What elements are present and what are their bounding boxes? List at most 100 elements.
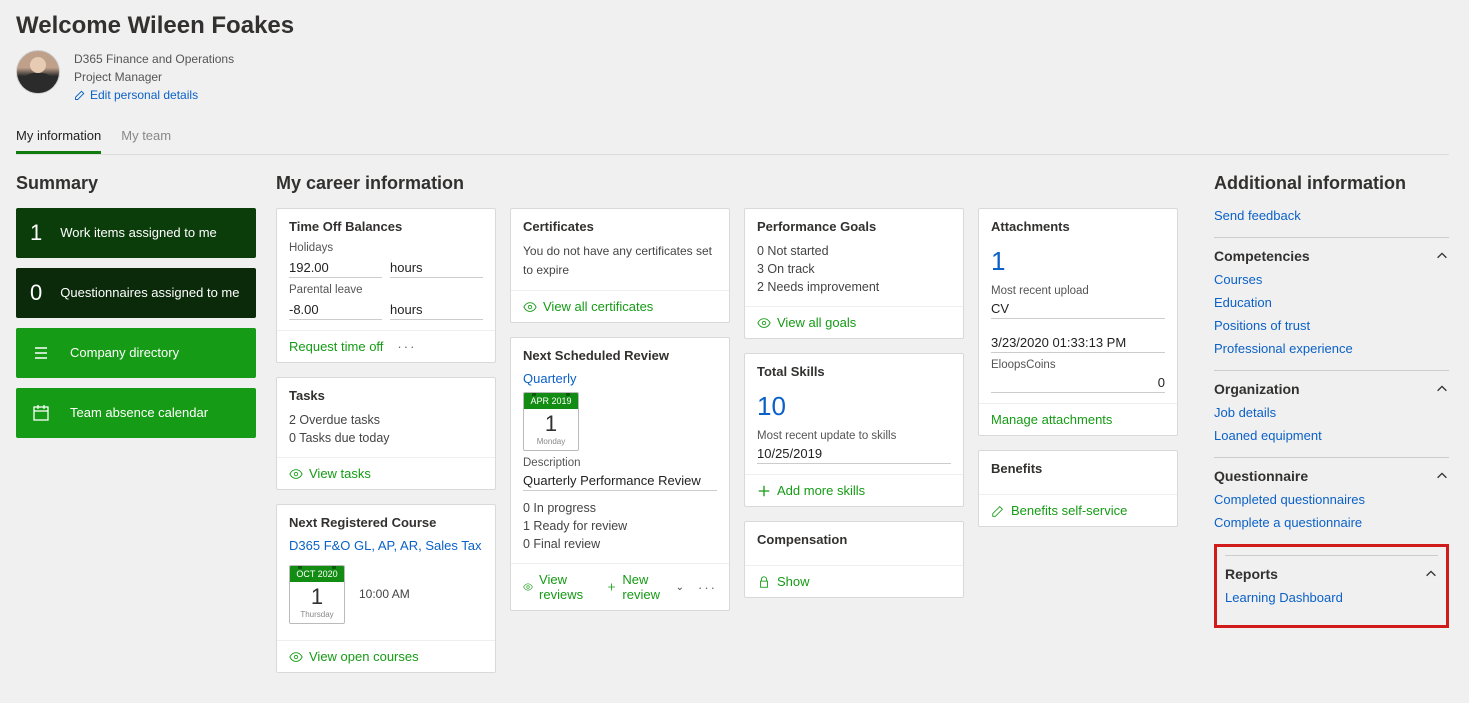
goals-on-track: 3 On track — [757, 260, 951, 278]
more-icon[interactable]: ··· — [698, 580, 717, 595]
summary-title: Summary — [16, 173, 256, 194]
view-tasks-link[interactable]: View tasks — [289, 466, 371, 481]
reports-header[interactable]: Reports — [1225, 555, 1438, 582]
pencil-icon — [74, 89, 86, 101]
next-course-link[interactable]: D365 F&O GL, AP, AR, Sales Tax — [289, 538, 483, 553]
view-reviews-link[interactable]: View reviews — [523, 572, 593, 602]
holidays-value[interactable]: 192.00 — [289, 256, 382, 278]
send-feedback-link[interactable]: Send feedback — [1214, 208, 1449, 223]
coins-label: EloopsCoins — [991, 359, 1165, 371]
review-final: 0 Final review — [523, 535, 717, 553]
request-time-off-link[interactable]: Request time off — [289, 339, 383, 354]
view-all-certificates-link[interactable]: View all certificates — [523, 299, 653, 314]
parental-value[interactable]: -8.00 — [289, 298, 382, 320]
tab-my-information[interactable]: My information — [16, 124, 101, 154]
plus-icon — [757, 484, 771, 498]
attachments-title: Attachments — [991, 219, 1165, 234]
review-link[interactable]: Quarterly — [523, 371, 717, 386]
eye-icon — [289, 650, 303, 664]
plus-icon — [607, 580, 616, 594]
holidays-label: Holidays — [289, 242, 483, 254]
course-calendar-icon: OCT 2020 1 Thursday — [289, 565, 345, 624]
courses-link[interactable]: Courses — [1214, 272, 1449, 287]
tile-company-directory[interactable]: Company directory — [16, 328, 256, 378]
department-text: D365 Finance and Operations — [74, 50, 234, 68]
card-attachments: Attachments 1 Most recent upload CV 3/23… — [978, 208, 1178, 436]
parental-label: Parental leave — [289, 284, 483, 296]
chevron-up-icon — [1424, 567, 1438, 581]
card-goals: Performance Goals 0 Not started 3 On tra… — [744, 208, 964, 339]
benefits-self-service-link[interactable]: Benefits self-service — [991, 503, 1127, 518]
goals-needs: 2 Needs improvement — [757, 278, 951, 296]
review-in-progress: 0 In progress — [523, 499, 717, 517]
work-items-count: 1 — [30, 220, 42, 246]
compensation-show-link[interactable]: Show — [757, 574, 810, 589]
page-title: Welcome Wileen Foakes — [16, 12, 1449, 40]
tabs: My information My team — [16, 124, 1449, 155]
review-desc-value[interactable]: Quarterly Performance Review — [523, 469, 717, 491]
tab-my-team[interactable]: My team — [121, 124, 171, 154]
skills-recent-label: Most recent update to skills — [757, 430, 951, 442]
certs-title: Certificates — [523, 219, 717, 234]
complete-questionnaire-link[interactable]: Complete a questionnaire — [1214, 515, 1449, 530]
list-icon — [30, 344, 52, 362]
tile-questionnaires[interactable]: 0 Questionnaires assigned to me — [16, 268, 256, 318]
holidays-unit: hours — [390, 256, 483, 278]
new-review-link[interactable]: New review ⌄ — [607, 572, 684, 602]
attach-recent-value[interactable]: CV — [991, 297, 1165, 319]
parental-unit: hours — [390, 298, 483, 320]
skills-count: 10 — [757, 387, 786, 424]
certs-text: You do not have any certificates set to … — [523, 242, 717, 280]
edit-personal-details-link[interactable]: Edit personal details — [74, 86, 198, 104]
chevron-down-icon: ⌄ — [676, 582, 684, 593]
coins-value[interactable]: 0 — [991, 371, 1165, 393]
tile-work-items[interactable]: 1 Work items assigned to me — [16, 208, 256, 258]
card-certificates: Certificates You do not have any certifi… — [510, 208, 730, 323]
add-skills-link[interactable]: Add more skills — [757, 483, 865, 498]
time-off-title: Time Off Balances — [289, 219, 483, 234]
attach-recent-label: Most recent upload — [991, 285, 1165, 297]
avatar — [16, 50, 60, 94]
learning-dashboard-link[interactable]: Learning Dashboard — [1225, 590, 1438, 605]
tasks-title: Tasks — [289, 388, 483, 403]
competencies-header[interactable]: Competencies — [1214, 237, 1449, 264]
manage-attachments-link[interactable]: Manage attachments — [991, 412, 1112, 427]
view-all-goals-link[interactable]: View all goals — [757, 315, 856, 330]
completed-questionnaires-link[interactable]: Completed questionnaires — [1214, 492, 1449, 507]
company-directory-label: Company directory — [70, 345, 179, 362]
review-ready: 1 Ready for review — [523, 517, 717, 535]
questionnaire-header[interactable]: Questionnaire — [1214, 457, 1449, 484]
job-details-link[interactable]: Job details — [1214, 405, 1449, 420]
positions-trust-link[interactable]: Positions of trust — [1214, 318, 1449, 333]
attach-date: 3/23/2020 01:33:13 PM — [991, 331, 1165, 353]
professional-experience-link[interactable]: Professional experience — [1214, 341, 1449, 356]
questionnaires-label: Questionnaires assigned to me — [60, 285, 239, 302]
organization-header[interactable]: Organization — [1214, 370, 1449, 397]
view-open-courses-link[interactable]: View open courses — [289, 649, 419, 664]
benefits-title: Benefits — [991, 461, 1165, 476]
review-title: Next Scheduled Review — [523, 348, 717, 363]
questionnaires-count: 0 — [30, 280, 42, 306]
compensation-title: Compensation — [757, 532, 951, 547]
more-icon[interactable]: ··· — [397, 339, 416, 354]
work-items-label: Work items assigned to me — [60, 225, 217, 242]
eye-icon — [757, 316, 771, 330]
eye-icon — [289, 467, 303, 481]
card-benefits: Benefits Benefits self-service — [978, 450, 1178, 527]
card-next-review: Next Scheduled Review Quarterly APR 2019… — [510, 337, 730, 611]
course-time: 10:00 AM — [359, 585, 410, 604]
education-link[interactable]: Education — [1214, 295, 1449, 310]
review-calendar-icon: APR 2019 1 Monday — [523, 392, 579, 451]
reports-highlight: Reports Learning Dashboard — [1214, 544, 1449, 628]
card-next-course: Next Registered Course D365 F&O GL, AP, … — [276, 504, 496, 673]
goals-not-started: 0 Not started — [757, 242, 951, 260]
chevron-up-icon — [1435, 469, 1449, 483]
eye-icon — [523, 580, 533, 594]
tile-team-absence[interactable]: Team absence calendar — [16, 388, 256, 438]
chevron-up-icon — [1435, 249, 1449, 263]
skills-recent-value[interactable]: 10/25/2019 — [757, 442, 951, 464]
goals-title: Performance Goals — [757, 219, 951, 234]
loaned-equipment-link[interactable]: Loaned equipment — [1214, 428, 1449, 443]
additional-info-title: Additional information — [1214, 173, 1449, 194]
skills-title: Total Skills — [757, 364, 951, 379]
